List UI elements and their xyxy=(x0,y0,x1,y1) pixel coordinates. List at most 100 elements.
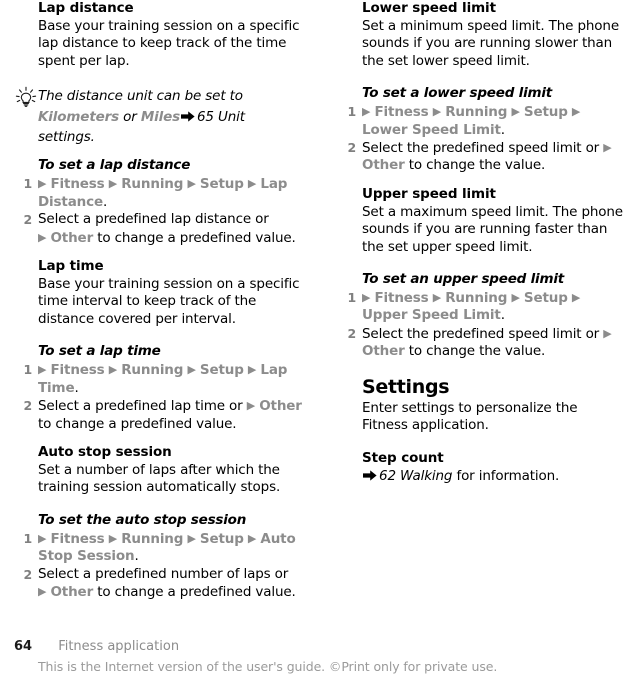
step-item: 1 ▶ Fitness ▶ Running ▶ Setup ▶ Auto Sto… xyxy=(17,530,302,566)
steps-auto-stop: 1 ▶ Fitness ▶ Running ▶ Setup ▶ Auto Sto… xyxy=(17,530,302,602)
menu-triangle-icon: ▶ xyxy=(187,531,196,545)
heading-to-set-lap-time: To set a lap time xyxy=(38,343,161,360)
menu-triangle-icon: ▶ xyxy=(432,291,442,305)
step-suffix: to change the value. xyxy=(404,157,546,174)
step-suffix: to change the value. xyxy=(404,343,546,360)
heading-lap-time: Lap time xyxy=(38,258,104,275)
menu-path-setup[interactable]: Setup xyxy=(200,362,244,378)
step-number: 1 xyxy=(347,290,356,306)
body-lower-speed-limit: Set a minimum speed limit. The phone sou… xyxy=(362,18,619,69)
step-item: 1 ▶ Fitness ▶ Running ▶ Setup ▶ Lower Sp… xyxy=(341,103,626,139)
step-number: 2 xyxy=(23,212,32,228)
heading-lap-distance: Lap distance xyxy=(38,0,134,16)
step-number: 2 xyxy=(347,140,356,156)
menu-path-running[interactable]: Running xyxy=(445,104,507,120)
body-auto-stop-session: Set a number of laps after which the tra… xyxy=(38,461,281,496)
step-prefix: Select a predefined lap distance or xyxy=(38,211,269,228)
menu-triangle-icon: ▶ xyxy=(247,363,257,377)
menu-triangle-icon: ▶ xyxy=(38,363,47,377)
menu-triangle-icon: ▶ xyxy=(362,105,371,119)
tip-ref-suffix: . xyxy=(90,129,95,146)
tip-ref-number[interactable]: 65 xyxy=(197,109,214,125)
step-suffix: to change a predefined value. xyxy=(93,583,296,600)
menu-path-setup[interactable]: Setup xyxy=(200,531,244,547)
menu-path-setup[interactable]: Setup xyxy=(524,290,568,306)
menu-path-running[interactable]: Running xyxy=(121,362,183,378)
tip-text: The distance unit can be set to Kilomete… xyxy=(38,88,245,145)
step-prefix: Select a predefined number of laps or xyxy=(38,565,289,582)
body-step-count: 62 Walking for information. xyxy=(362,468,626,485)
menu-triangle-icon: ▶ xyxy=(187,177,196,191)
menu-path-fitness[interactable]: Fitness xyxy=(50,176,104,192)
step-item: 1 ▶ Fitness ▶ Running ▶ Setup ▶ Lap Dist… xyxy=(17,175,302,211)
menu-path-setup[interactable]: Setup xyxy=(200,176,244,192)
steps-lap-time: 1 ▶ Fitness ▶ Running ▶ Setup ▶ Lap Time… xyxy=(17,361,302,433)
step-trailing: . xyxy=(500,121,505,138)
step-item: 2 Select the predefined speed limit or ▶ O… xyxy=(341,139,626,175)
step-prefix: Select the predefined speed limit or xyxy=(362,140,604,157)
heading-settings: Settings xyxy=(362,375,450,398)
menu-path-upper-speed-limit[interactable]: Upper Speed Limit xyxy=(362,307,501,323)
menu-triangle-icon: ▶ xyxy=(247,531,257,545)
tip-text-part1: The distance unit can be set to xyxy=(38,88,243,105)
step-item: 1 ▶ Fitness ▶ Running ▶ Setup ▶ Upper Sp… xyxy=(341,289,626,325)
menu-triangle-icon: ▶ xyxy=(571,105,581,119)
step-number: 2 xyxy=(23,398,32,414)
menu-path-other[interactable]: Other xyxy=(50,230,93,246)
step-number: 2 xyxy=(347,325,356,341)
step-item: 2 Select the predefined speed limit or ▶ O… xyxy=(341,325,626,361)
menu-path-other[interactable]: Other xyxy=(362,157,405,173)
tip-note: The distance unit can be set to Kilomete… xyxy=(15,85,302,146)
step-count-ref-title[interactable]: Walking xyxy=(400,468,452,484)
step-trailing: . xyxy=(103,193,108,210)
menu-triangle-icon: ▶ xyxy=(603,326,612,340)
menu-triangle-icon: ▶ xyxy=(603,141,612,155)
step-number: 1 xyxy=(23,530,32,546)
footer-primary: 64 Fitness application xyxy=(14,635,179,654)
menu-path-fitness[interactable]: Fitness xyxy=(374,290,428,306)
menu-path-setup[interactable]: Setup xyxy=(524,104,568,120)
body-settings: Enter settings to personalize the Fitnes… xyxy=(362,399,578,434)
menu-path-running[interactable]: Running xyxy=(121,531,183,547)
menu-path-running[interactable]: Running xyxy=(121,176,183,192)
manual-page: Lap distance Base your training session … xyxy=(0,0,644,677)
legal-notice: This is the Internet version of the user… xyxy=(38,659,498,674)
menu-triangle-icon: ▶ xyxy=(511,105,520,119)
heading-auto-stop-session: Auto stop session xyxy=(38,443,172,460)
menu-triangle-icon: ▶ xyxy=(38,531,47,545)
menu-path-lower-speed-limit[interactable]: Lower Speed Limit xyxy=(362,122,501,138)
left-column: Lap distance Base your training session … xyxy=(15,0,302,602)
chapter-title: Fitness application xyxy=(58,639,180,654)
body-upper-speed-limit: Set a maximum speed limit. The phone sou… xyxy=(362,203,623,255)
step-trailing: . xyxy=(500,307,505,324)
heading-upper-speed-limit: Upper speed limit xyxy=(362,185,496,202)
solid-right-arrow-icon xyxy=(180,110,195,122)
step-item: 2 Select a predefined lap time or ▶ Other… xyxy=(17,397,302,433)
body-lap-distance: Base your training session on a specific… xyxy=(38,18,300,69)
step-count-ref-number[interactable]: 62 xyxy=(379,468,396,484)
menu-path-fitness[interactable]: Fitness xyxy=(50,531,104,547)
menu-triangle-icon: ▶ xyxy=(108,531,118,545)
menu-path-fitness[interactable]: Fitness xyxy=(374,104,428,120)
step-number: 2 xyxy=(23,566,32,582)
menu-path-fitness[interactable]: Fitness xyxy=(50,362,104,378)
menu-path-running[interactable]: Running xyxy=(445,290,507,306)
step-number: 1 xyxy=(347,104,356,120)
steps-lap-distance: 1 ▶ Fitness ▶ Running ▶ Setup ▶ Lap Dist… xyxy=(17,175,302,247)
heading-lower-speed-limit: Lower speed limit xyxy=(362,0,496,16)
menu-path-other[interactable]: Other xyxy=(50,584,93,600)
step-suffix: to change a predefined value. xyxy=(93,229,296,246)
lightbulb-icon xyxy=(15,86,37,110)
menu-path-other[interactable]: Other xyxy=(259,398,302,414)
menu-triangle-icon: ▶ xyxy=(187,363,196,377)
heading-to-set-lower-speed-limit: To set a lower speed limit xyxy=(362,85,553,102)
step-item: 2 Select a predefined lap distance or ▶ O… xyxy=(17,211,302,247)
heading-to-set-upper-speed-limit: To set an upper speed limit xyxy=(362,271,565,288)
menu-triangle-icon: ▶ xyxy=(38,177,47,191)
steps-upper-speed: 1 ▶ Fitness ▶ Running ▶ Setup ▶ Upper Sp… xyxy=(341,289,626,361)
menu-path-other[interactable]: Other xyxy=(362,343,405,359)
step-count-ref-suffix: for information. xyxy=(452,467,560,484)
menu-triangle-icon: ▶ xyxy=(247,177,257,191)
menu-triangle-icon: ▶ xyxy=(432,105,442,119)
step-prefix: Select the predefined speed limit or xyxy=(362,325,604,342)
